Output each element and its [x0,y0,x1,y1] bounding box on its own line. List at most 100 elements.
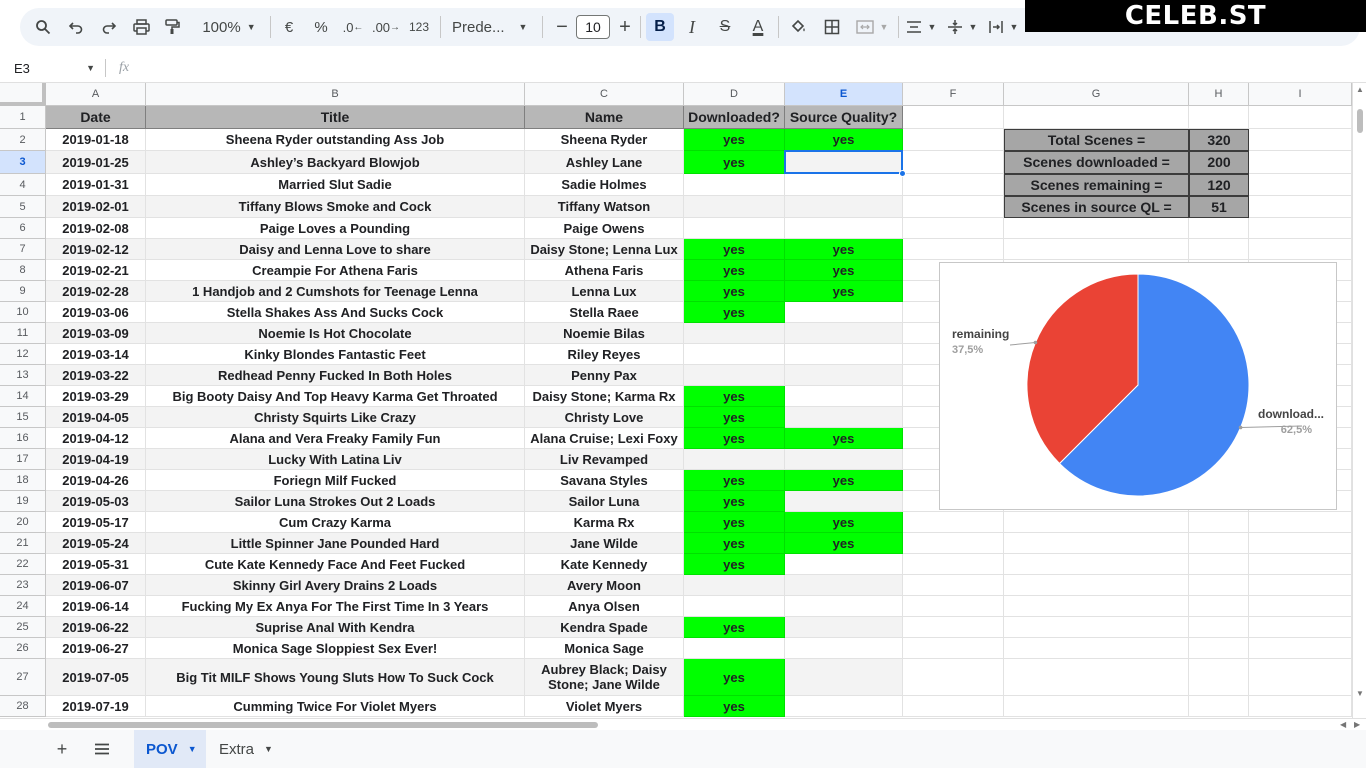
header-cell-date[interactable]: Date [46,106,146,129]
table-cell-downloaded[interactable] [684,218,785,239]
sheet-tab-pov[interactable]: POV ▼ [134,730,206,768]
table-cell-date[interactable]: 2019-01-25 [46,151,146,174]
horizontal-scrollbar[interactable]: ◀ ▶ [0,718,1366,730]
print-icon[interactable] [127,8,155,46]
table-cell-name[interactable]: Paige Owens [525,218,684,239]
font-family-select[interactable]: Prede... ▼ [452,8,532,46]
table-cell-name[interactable]: Riley Reyes [525,344,684,365]
formula-input[interactable] [150,53,1350,83]
more-formats-button[interactable]: 123 [405,8,433,46]
empty-cell[interactable] [1004,596,1189,617]
table-cell-quality[interactable]: yes [785,512,903,533]
table-cell-quality[interactable] [785,218,903,239]
table-cell-quality[interactable] [785,386,903,407]
row-header[interactable]: 16 [0,428,46,449]
table-cell-date[interactable]: 2019-06-22 [46,617,146,638]
table-cell-title[interactable]: Married Slut Sadie [146,174,525,196]
table-cell-title[interactable]: Cum Crazy Karma [146,512,525,533]
row-header[interactable]: 4 [0,174,46,196]
empty-cell[interactable] [1249,218,1352,239]
empty-cell[interactable] [903,239,1004,260]
table-cell-quality[interactable]: yes [785,428,903,449]
row-header[interactable]: 26 [0,638,46,659]
empty-cell[interactable] [903,196,1004,218]
horizontal-align-button[interactable]: ▼ [903,8,939,46]
table-cell-quality[interactable] [785,365,903,386]
table-cell-downloaded[interactable]: yes [684,470,785,491]
decrease-font-size-button[interactable]: − [548,8,576,46]
row-header[interactable]: 27 [0,659,46,696]
table-cell-date[interactable]: 2019-04-19 [46,449,146,470]
table-cell-name[interactable]: Tiffany Watson [525,196,684,218]
empty-cell[interactable] [1249,533,1352,554]
table-cell-downloaded[interactable] [684,196,785,218]
search-menus-icon[interactable] [29,8,57,46]
table-cell-name[interactable]: Sadie Holmes [525,174,684,196]
table-cell-title[interactable]: Fucking My Ex Anya For The First Time In… [146,596,525,617]
table-cell-quality[interactable]: yes [785,470,903,491]
table-cell-name[interactable]: Karma Rx [525,512,684,533]
table-cell-title[interactable]: Alana and Vera Freaky Family Fun [146,428,525,449]
table-cell-title[interactable]: Big Tit MILF Shows Young Sluts How To Su… [146,659,525,696]
table-cell-date[interactable]: 2019-03-22 [46,365,146,386]
table-cell-title[interactable]: Suprise Anal With Kendra [146,617,525,638]
empty-cell[interactable] [1004,106,1189,129]
stat-label[interactable]: Total Scenes = [1004,129,1189,151]
table-cell-downloaded[interactable]: yes [684,239,785,260]
table-cell-downloaded[interactable]: yes [684,554,785,575]
row-header[interactable]: 20 [0,512,46,533]
text-wrap-button[interactable]: ▼ [985,8,1021,46]
table-cell-name[interactable]: Violet Myers [525,696,684,717]
empty-cell[interactable] [903,218,1004,239]
table-cell-name[interactable]: Daisy Stone; Karma Rx [525,386,684,407]
redo-icon[interactable] [95,8,123,46]
empty-cell[interactable] [1004,617,1189,638]
empty-cell[interactable] [1249,129,1352,151]
empty-cell[interactable] [1189,696,1249,717]
vertical-scroll-thumb[interactable] [1357,109,1363,133]
column-header-b[interactable]: B [146,83,525,106]
table-cell-date[interactable]: 2019-04-05 [46,407,146,428]
table-cell-title[interactable]: Monica Sage Sloppiest Sex Ever! [146,638,525,659]
row-header[interactable]: 14 [0,386,46,407]
table-cell-quality[interactable] [785,638,903,659]
column-header-h[interactable]: H [1189,83,1249,106]
table-cell-downloaded[interactable]: yes [684,260,785,281]
empty-cell[interactable] [903,554,1004,575]
table-cell-quality[interactable] [785,344,903,365]
table-cell-date[interactable]: 2019-02-21 [46,260,146,281]
font-size-input[interactable]: 10 [576,8,610,46]
table-cell-name[interactable]: Sheena Ryder [525,129,684,151]
table-cell-title[interactable]: Cumming Twice For Violet Myers [146,696,525,717]
row-header[interactable]: 17 [0,449,46,470]
table-cell-downloaded[interactable]: yes [684,151,785,174]
table-cell-date[interactable]: 2019-01-31 [46,174,146,196]
table-cell-title[interactable]: Creampie For Athena Faris [146,260,525,281]
undo-icon[interactable] [62,8,90,46]
table-cell-title[interactable]: Ashley’s Backyard Blowjob [146,151,525,174]
row-header[interactable]: 6 [0,218,46,239]
table-cell-name[interactable]: Sailor Luna [525,491,684,512]
table-cell-date[interactable]: 2019-05-24 [46,533,146,554]
table-cell-date[interactable]: 2019-02-01 [46,196,146,218]
scroll-right-icon[interactable]: ▶ [1354,720,1360,729]
table-cell-title[interactable]: Redhead Penny Fucked In Both Holes [146,365,525,386]
empty-cell[interactable] [1004,575,1189,596]
table-cell-quality[interactable]: yes [785,239,903,260]
header-cell-quality[interactable]: Source Quality? [785,106,903,129]
empty-cell[interactable] [1004,659,1189,696]
empty-cell[interactable] [1004,218,1189,239]
table-cell-name[interactable]: Alana Cruise; Lexi Foxy [525,428,684,449]
row-header[interactable]: 12 [0,344,46,365]
table-cell-title[interactable]: Sheena Ryder outstanding Ass Job [146,129,525,151]
empty-cell[interactable] [903,638,1004,659]
table-cell-title[interactable]: Kinky Blondes Fantastic Feet [146,344,525,365]
empty-cell[interactable] [1189,554,1249,575]
table-cell-name[interactable]: Penny Pax [525,365,684,386]
table-cell-date[interactable]: 2019-03-06 [46,302,146,323]
table-cell-downloaded[interactable]: yes [684,491,785,512]
column-header-f[interactable]: F [903,83,1004,106]
table-cell-downloaded[interactable]: yes [684,386,785,407]
column-header-g[interactable]: G [1004,83,1189,106]
table-cell-quality[interactable] [785,554,903,575]
